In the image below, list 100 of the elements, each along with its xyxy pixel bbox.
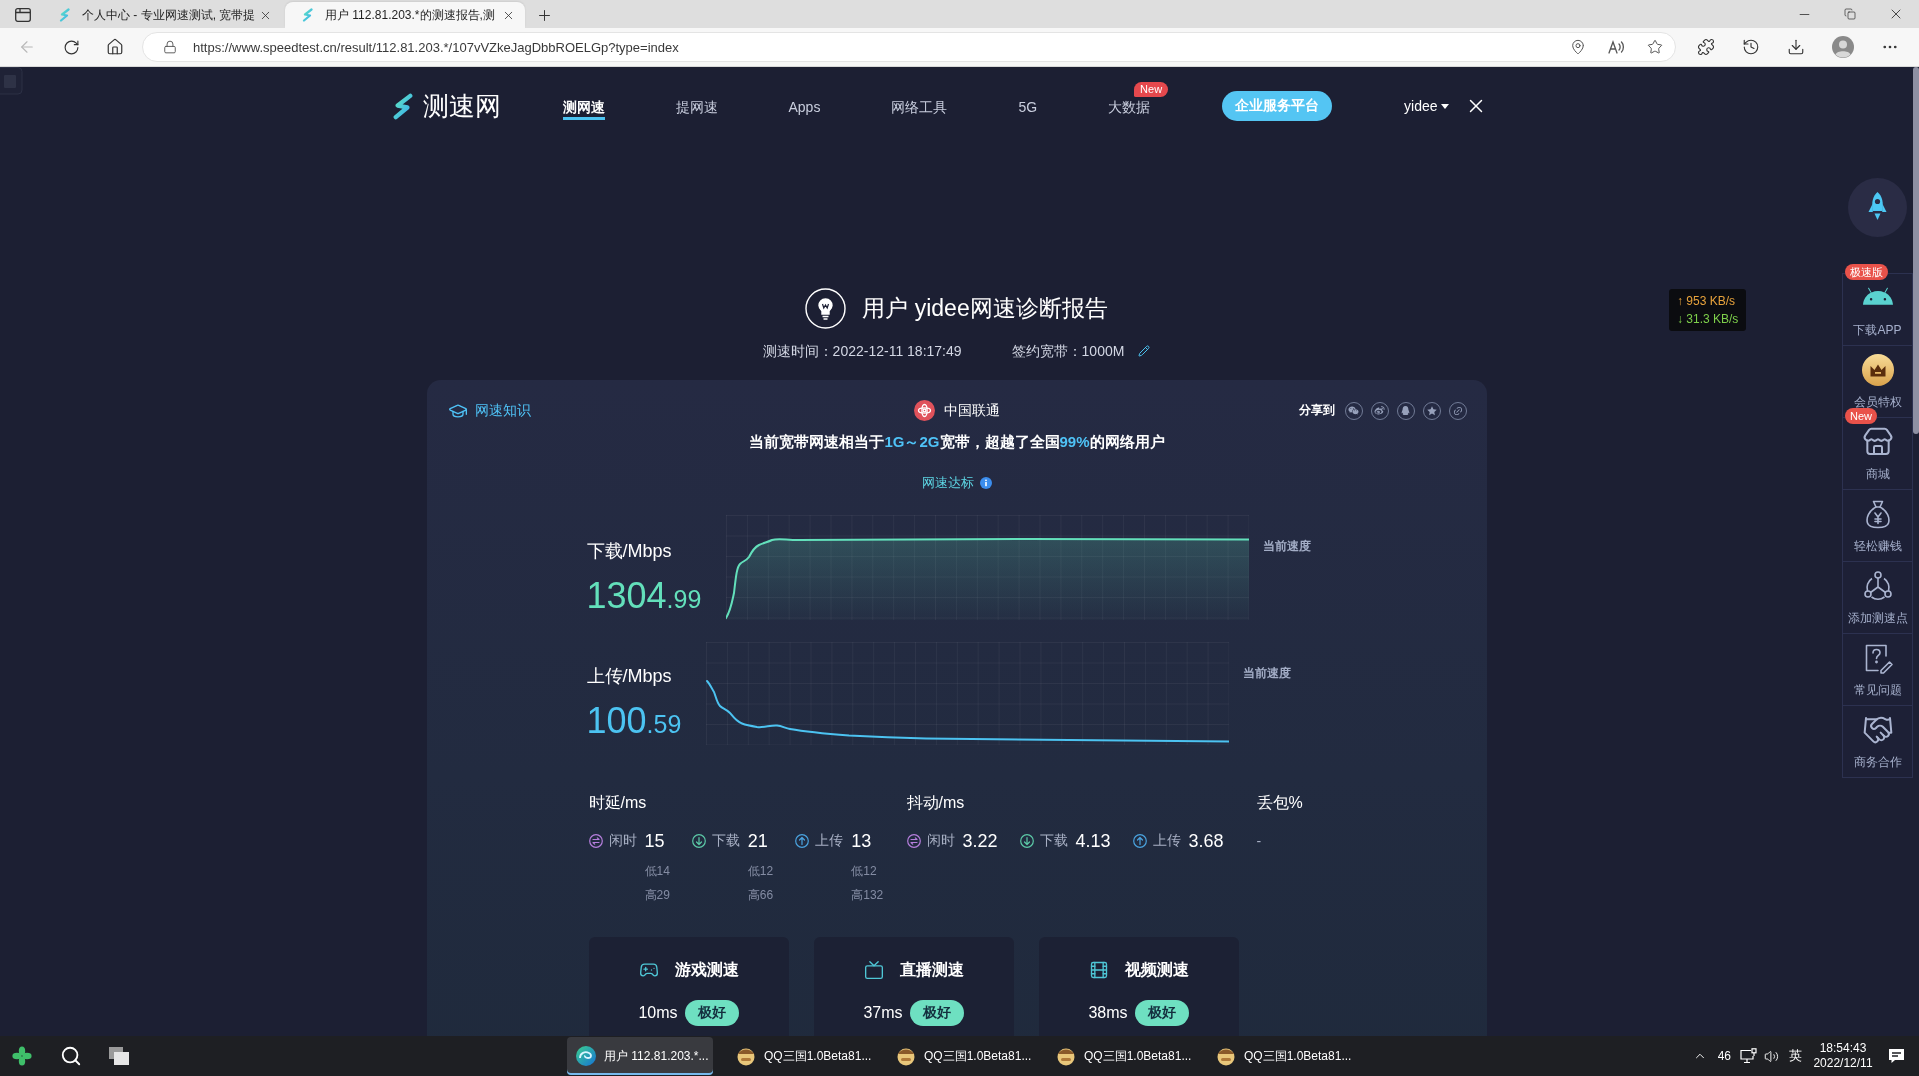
upload-label: 上传/Mbps bbox=[586, 665, 673, 688]
reload-icon[interactable] bbox=[62, 38, 80, 56]
test-time: 测速时间：2022-12-11 18:17:49 bbox=[762, 342, 962, 361]
rocket-icon[interactable] bbox=[1848, 178, 1907, 237]
home-icon[interactable] bbox=[106, 38, 124, 56]
taskbar-app[interactable]: 用户 112.81.203.*... bbox=[567, 1037, 713, 1075]
metric-value: 3.22 bbox=[962, 830, 998, 853]
metric-title: 时延/ms bbox=[588, 793, 648, 813]
browser-tab[interactable]: 用户 112.81.203.*的测速报告,测 bbox=[285, 2, 525, 28]
avatar-icon[interactable] bbox=[1832, 36, 1854, 58]
clock-date: 2022/12/11 bbox=[1813, 1056, 1873, 1071]
star-icon[interactable] bbox=[1647, 39, 1663, 55]
user-menu[interactable]: yidee bbox=[1404, 98, 1449, 114]
nav-item[interactable]: Apps bbox=[788, 92, 821, 120]
sidebar-badge: New bbox=[1845, 408, 1877, 424]
lock-icon[interactable] bbox=[163, 40, 177, 54]
isp-name: 中国联通 bbox=[944, 401, 1000, 420]
input-method: 英 bbox=[1789, 1047, 1802, 1065]
metric-value: 13 bbox=[851, 830, 873, 853]
share-label: 分享到 bbox=[1298, 402, 1335, 419]
info-icon[interactable] bbox=[980, 477, 992, 489]
test-title: 视频测速 bbox=[1124, 960, 1189, 980]
sidebar-item[interactable]: 轻松赚钱 bbox=[1842, 490, 1913, 562]
current-speed-label: 当前速度 bbox=[1243, 665, 1292, 681]
speaker-icon[interactable] bbox=[1764, 1048, 1779, 1064]
test-card[interactable]: 直播测速 37ms 极好 bbox=[813, 937, 1014, 1036]
sidebar-item[interactable]: 添加测速点 bbox=[1842, 562, 1913, 634]
taskbar-app[interactable]: QQ三国1.0Beta81... bbox=[1207, 1037, 1353, 1075]
task-view-icon[interactable] bbox=[108, 1046, 130, 1066]
history-icon[interactable] bbox=[1742, 38, 1760, 56]
emblem-icon bbox=[896, 1046, 916, 1066]
nav-badge: New bbox=[1134, 81, 1169, 97]
caret-icon[interactable] bbox=[1440, 103, 1449, 109]
restore-icon[interactable] bbox=[1844, 8, 1856, 20]
rating-badge: 极好 bbox=[909, 1000, 964, 1026]
metric-label: 下载 bbox=[1039, 832, 1068, 850]
sidebar-badge: 极速版 bbox=[1845, 264, 1888, 280]
taskbar-app[interactable]: QQ三国1.0Beta81... bbox=[1047, 1037, 1193, 1075]
shop-icon bbox=[1861, 426, 1894, 458]
search-icon[interactable] bbox=[60, 1045, 82, 1067]
metric-label: 上传 bbox=[815, 832, 844, 850]
taskbar-app[interactable]: QQ三国1.0Beta81... bbox=[727, 1037, 873, 1075]
edit-icon[interactable] bbox=[1138, 345, 1151, 357]
test-title: 直播测速 bbox=[899, 960, 964, 980]
metric-title: 抖动/ms bbox=[906, 793, 966, 813]
download-icon[interactable] bbox=[1787, 38, 1805, 56]
min-value: 低14 bbox=[644, 863, 670, 880]
rating-badge: 极好 bbox=[1134, 1000, 1189, 1026]
download-rate: ↓ 31.3 KB/s bbox=[1677, 311, 1739, 328]
taskbar-app[interactable]: QQ三国1.0Beta81... bbox=[887, 1037, 1033, 1075]
wired-network-icon[interactable] bbox=[1740, 1048, 1758, 1064]
notification-icon[interactable] bbox=[1888, 1048, 1905, 1064]
nav-item[interactable]: 网络工具 bbox=[891, 92, 948, 120]
location-pin-icon[interactable] bbox=[1570, 39, 1586, 55]
metric-label: 闲时 bbox=[926, 832, 955, 850]
handshake-icon bbox=[1861, 714, 1894, 746]
test-latency: 38ms bbox=[1088, 1004, 1128, 1022]
contract-bandwidth: 签约宽带：1000M bbox=[1011, 342, 1125, 361]
emblem-icon bbox=[736, 1046, 756, 1066]
metric-value: 21 bbox=[747, 830, 769, 853]
nav-item[interactable]: 提网速 bbox=[675, 92, 718, 120]
metric-value: - bbox=[1256, 832, 1262, 851]
speed-summary: 当前宽带网速相当于1G～2G宽带，超越了全国99%的网络用户 bbox=[749, 432, 1165, 452]
address-field[interactable]: https://www.speedtest.cn/result/112.81.203.*/107vVZkeJagDbbROELGp?type=index bbox=[142, 32, 1676, 62]
scrollbar-thumb[interactable] bbox=[1913, 67, 1919, 434]
download-speed-value: 1304.99 bbox=[586, 576, 702, 618]
knowledge-link[interactable]: 网速知识 bbox=[447, 400, 531, 421]
browser-tab[interactable]: 个人中心 - 专业网速测试, 宽带提 bbox=[42, 2, 282, 28]
nav-item[interactable]: 5G bbox=[1018, 92, 1038, 120]
nav-item[interactable]: 测网速 bbox=[562, 92, 605, 120]
network-nodes-icon bbox=[1861, 570, 1894, 602]
favicon-icon bbox=[301, 8, 315, 22]
clock-time: 18:54:43 bbox=[1819, 1041, 1867, 1056]
metric-title: 丢包% bbox=[1256, 793, 1304, 813]
test-card[interactable]: 游戏测速 10ms 极好 bbox=[588, 937, 789, 1036]
sidebar-item[interactable]: 常见问题 bbox=[1842, 634, 1913, 706]
max-value: 高29 bbox=[644, 887, 670, 904]
test-title: 游戏测速 bbox=[674, 960, 739, 980]
puzzle-icon[interactable] bbox=[1697, 38, 1715, 56]
sidebar-item[interactable]: 商务合作 bbox=[1842, 706, 1913, 778]
test-card[interactable]: 视频测速 38ms 极好 bbox=[1038, 937, 1239, 1036]
favicon-icon bbox=[58, 8, 72, 22]
upload-speed-value: 100.59 bbox=[586, 701, 682, 743]
emblem-icon bbox=[1216, 1046, 1236, 1066]
film-icon bbox=[1088, 960, 1109, 980]
window-icon[interactable] bbox=[15, 8, 31, 22]
read-aloud-icon[interactable] bbox=[1608, 39, 1625, 55]
metric-label: 下载 bbox=[711, 832, 740, 850]
speed-standard-link[interactable]: 网速达标 bbox=[922, 473, 992, 493]
metric-value: 15 bbox=[644, 830, 666, 853]
start-menu-icon[interactable] bbox=[12, 1046, 32, 1066]
metric-value: 3.68 bbox=[1188, 830, 1224, 853]
upload-rate: ↑ 953 KB/s bbox=[1677, 293, 1737, 310]
report-title: 用户 yidee网速诊断报告 bbox=[862, 294, 1108, 323]
swap-arrows-icon bbox=[906, 834, 921, 848]
download-label: 下载/Mbps bbox=[586, 540, 673, 563]
max-value: 高132 bbox=[851, 887, 884, 904]
knot-logo-icon bbox=[914, 400, 935, 421]
test-latency: 37ms bbox=[863, 1004, 903, 1022]
swap-arrows-icon bbox=[588, 834, 603, 848]
